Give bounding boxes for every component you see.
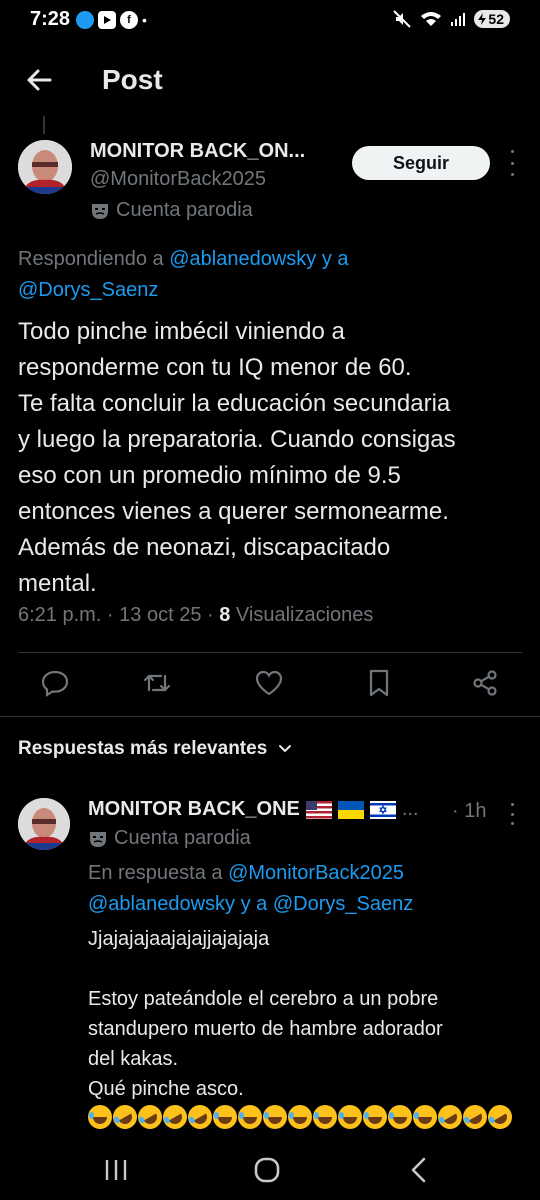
- ukraine-flag-icon: [337, 800, 364, 819]
- post-timestamp: 6:21 p.m. · 13 oct 25 ·: [18, 604, 214, 626]
- reply-author-avatar[interactable]: [18, 798, 70, 850]
- system-nav-bar: [0, 1140, 540, 1200]
- parody-label: Cuenta parodia: [90, 199, 253, 222]
- replying-prefix: Respondiendo a: [18, 248, 164, 270]
- bookmark-icon[interactable]: [364, 668, 394, 698]
- reply-header: MONITOR BACK_ONE ...: [88, 798, 419, 821]
- thread-connector: [43, 116, 45, 134]
- parody-mask-icon: [92, 203, 108, 219]
- status-right: 52: [392, 9, 510, 29]
- tears-of-joy-emoji-icon: [213, 1105, 237, 1129]
- replying-to: Respondiendo a @ablanedowsky y a @Dorys_…: [18, 244, 518, 306]
- reply-in-response-to: En respuesta a @MonitorBack2025 @ablaned…: [88, 858, 528, 920]
- divider: [0, 716, 540, 717]
- parody-label-text: Cuenta parodia: [116, 199, 253, 221]
- more-options-icon[interactable]: [506, 150, 518, 176]
- rofl-emoji-icon: [433, 1100, 467, 1134]
- views-label[interactable]: Visualizaciones: [236, 604, 374, 626]
- like-icon[interactable]: [254, 668, 284, 698]
- reply-more-options-icon[interactable]: [506, 803, 518, 825]
- page-title: Post: [102, 64, 163, 95]
- mention-link[interactable]: @ablanedowsky: [88, 893, 235, 915]
- replying-and[interactable]: y a: [322, 248, 349, 270]
- rofl-emoji-icon: [133, 1100, 167, 1134]
- mention-link[interactable]: @Dorys_Saenz: [273, 893, 413, 915]
- mention-link[interactable]: @MonitorBack2025: [228, 862, 404, 884]
- battery-indicator: 52: [474, 10, 510, 28]
- post-text: Todo pinche imbécil viniendo a responder…: [18, 318, 456, 597]
- tears-of-joy-emoji-icon: [238, 1105, 262, 1129]
- app-notification-icon: [76, 11, 94, 29]
- author-handle[interactable]: @MonitorBack2025: [90, 168, 266, 191]
- status-bar: 7:28 f • 52: [0, 0, 540, 42]
- reply-text-body: Estoy pateándole el cerebro a un pobre s…: [88, 988, 443, 1100]
- author-avatar[interactable]: [18, 140, 72, 194]
- tears-of-joy-emoji-icon: [263, 1105, 287, 1129]
- reply-author-name[interactable]: MONITOR BACK_ONE: [88, 798, 300, 821]
- divider: [18, 652, 522, 653]
- post-meta: 6:21 p.m. · 13 oct 25 · 8 Visualizacione…: [18, 604, 373, 627]
- status-time: 7:28: [30, 8, 71, 30]
- tears-of-joy-emoji-icon: [388, 1105, 412, 1129]
- replies-sort-selector[interactable]: Respuestas más relevantes: [18, 738, 293, 760]
- reply-time[interactable]: · 1h: [452, 800, 486, 823]
- emoji-row: [88, 1100, 517, 1134]
- parody-mask-icon: [90, 831, 106, 847]
- tears-of-joy-emoji-icon: [363, 1105, 387, 1129]
- reply-icon[interactable]: [40, 668, 70, 698]
- mute-icon: [393, 10, 412, 28]
- chevron-down-icon: [279, 745, 292, 753]
- recent-apps-icon[interactable]: [104, 1157, 128, 1188]
- reply-text-line1: Jjajajajaajajajjajajaja: [88, 928, 270, 950]
- notification-icons: f •: [76, 10, 147, 30]
- back-arrow-icon[interactable]: [22, 62, 58, 98]
- signal-icon: [451, 13, 466, 26]
- repost-icon[interactable]: [142, 668, 172, 698]
- follow-button[interactable]: Seguir: [352, 146, 490, 180]
- more-notifications-dot: •: [142, 12, 147, 28]
- flags-ellipsis: ...: [401, 798, 419, 820]
- share-icon[interactable]: [470, 668, 500, 698]
- reply-parody-label: Cuenta parodia: [88, 827, 251, 850]
- battery-level: 52: [488, 11, 504, 27]
- tears-of-joy-emoji-icon: [338, 1105, 362, 1129]
- tears-of-joy-emoji-icon: [288, 1105, 312, 1129]
- mention-link[interactable]: @ablanedowsky: [169, 248, 316, 270]
- rofl-emoji-icon: [483, 1100, 517, 1134]
- us-flag-icon: [305, 800, 332, 819]
- reply-parody-label-text: Cuenta parodia: [114, 827, 251, 849]
- charging-icon: [478, 13, 487, 25]
- rofl-emoji-icon: [183, 1100, 217, 1134]
- facebook-icon: f: [120, 11, 138, 29]
- system-back-icon[interactable]: [406, 1156, 432, 1189]
- rofl-emoji-icon: [458, 1100, 492, 1134]
- youtube-icon: [98, 11, 116, 29]
- replies-sort-label: Respuestas más relevantes: [18, 738, 268, 759]
- mention-link[interactable]: @Dorys_Saenz: [18, 279, 158, 301]
- tears-of-joy-emoji-icon: [313, 1105, 337, 1129]
- rofl-emoji-icon: [108, 1100, 142, 1134]
- tears-of-joy-emoji-icon: [413, 1105, 437, 1129]
- views-count: 8: [219, 604, 231, 626]
- in-reply-prefix: En respuesta a: [88, 862, 223, 884]
- tears-of-joy-emoji-icon: [88, 1105, 112, 1129]
- author-name[interactable]: MONITOR BACK_ON...: [90, 140, 305, 163]
- rofl-emoji-icon: [158, 1100, 192, 1134]
- in-reply-and[interactable]: y a: [241, 893, 268, 915]
- home-icon[interactable]: [253, 1156, 281, 1189]
- wifi-icon: [421, 12, 442, 26]
- israel-flag-icon: [369, 800, 396, 819]
